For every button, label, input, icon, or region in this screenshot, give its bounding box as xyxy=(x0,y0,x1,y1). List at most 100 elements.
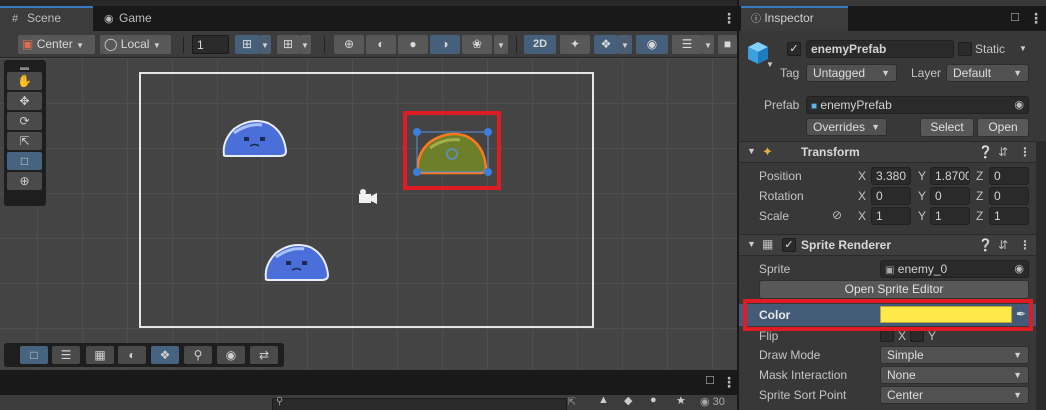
shading-shaded-icon[interactable]: ● xyxy=(398,35,428,54)
tag-icon[interactable]: ◆ xyxy=(624,394,632,407)
object-name-input[interactable]: enemyPrefab xyxy=(806,40,954,58)
sprite-renderer-enabled-checkbox[interactable]: ✓ xyxy=(782,238,796,252)
pivot-rotation-dropdown[interactable]: ◯ Local ▼ xyxy=(100,35,171,54)
draw-mode-dropdown[interactable]: Simple ▼ xyxy=(880,346,1029,364)
sprite-renderer-title: Sprite Renderer xyxy=(801,238,892,252)
pivot-mode-dropdown[interactable]: ▣ Center ▼ xyxy=(18,35,95,54)
grid-snap-icon[interactable]: ⊞ xyxy=(235,35,259,54)
transform-tool-icon[interactable]: ⊕ xyxy=(7,172,42,190)
rect-overlay-icon[interactable]: □ xyxy=(20,346,48,364)
hand-tool-icon[interactable]: ✋ xyxy=(7,72,42,90)
inspector-menu-icon[interactable]: ⋮ xyxy=(1029,10,1043,27)
shading-icon[interactable]: ◐ xyxy=(118,346,146,364)
lock-icon[interactable]: ☐ xyxy=(1010,11,1020,24)
static-dropdown-icon[interactable]: ▼ xyxy=(1019,44,1027,53)
search-input[interactable]: ⚲ ⇱ xyxy=(272,396,576,410)
static-checkbox[interactable] xyxy=(958,42,972,56)
scene-visibility-icon[interactable]: ◉ xyxy=(636,35,668,54)
active-checkbox[interactable]: ✓ xyxy=(787,42,801,56)
shading-shaded-wire-icon[interactable]: ◐ xyxy=(366,35,396,54)
shading-unlit-icon[interactable]: ◑ xyxy=(430,35,460,54)
chevron-down-icon: ▼ xyxy=(1013,370,1022,380)
object-picker-icon[interactable]: ◉ xyxy=(1014,261,1024,277)
object-picker-icon[interactable]: ◉ xyxy=(1014,97,1024,113)
increment-snap-dropdown[interactable]: ▼ xyxy=(299,35,311,54)
position-x-input[interactable]: 3.380 xyxy=(871,167,911,185)
search-icon[interactable]: ⚲ xyxy=(184,346,212,364)
camera-icon[interactable]: ■ xyxy=(718,35,737,54)
effects-dropdown[interactable]: ▼ xyxy=(618,35,632,54)
star-icon[interactable]: ★ xyxy=(676,394,686,407)
transform-header[interactable]: ▼ ✦ Transform ❔ ⇵ ⋮ xyxy=(739,141,1046,163)
chevron-down-icon: ▼ xyxy=(76,41,84,50)
move-tool-icon[interactable]: ✥ xyxy=(7,92,42,110)
tab-inspector[interactable]: ⓘ Inspector xyxy=(741,6,848,31)
increment-snap-icon[interactable]: ⊞ xyxy=(277,35,299,54)
component-menu-icon[interactable]: ⋮ xyxy=(1019,145,1031,159)
info-icon[interactable]: ● xyxy=(650,394,657,406)
scale-z-input[interactable]: 1 xyxy=(989,207,1029,225)
rotation-y-input[interactable]: 0 xyxy=(930,187,970,205)
open-button[interactable]: Open xyxy=(977,118,1029,137)
bottom-panel-header: ☐ ⋮ xyxy=(0,370,737,395)
rotation-x-input[interactable]: 0 xyxy=(871,187,911,205)
lighting-toggle-icon[interactable]: ✦ xyxy=(560,35,590,54)
scale-y-input[interactable]: 1 xyxy=(930,207,970,225)
layers-dropdown[interactable]: ▼ xyxy=(702,35,714,54)
mode-2d-toggle[interactable]: 2D xyxy=(524,35,556,54)
tag-label: Tag xyxy=(780,66,800,80)
sprite-sort-point-dropdown[interactable]: Center ▼ xyxy=(880,386,1029,404)
enemy-slime-sprite[interactable] xyxy=(220,117,290,159)
layer-dropdown[interactable]: Default ▼ xyxy=(946,64,1029,82)
expand-icon[interactable]: ⇱ xyxy=(568,397,576,408)
prefab-field[interactable]: ■ enemyPrefab ◉ xyxy=(806,96,1029,114)
position-y-input[interactable]: 1.8700 xyxy=(930,167,970,185)
prefab-label: Prefab xyxy=(764,98,800,112)
debug-draw-icon[interactable]: ❀ xyxy=(462,35,492,54)
debug-draw-dropdown[interactable]: ▼ xyxy=(494,35,508,54)
inspector-scrollbar[interactable] xyxy=(1036,141,1046,410)
constrain-proportions-icon[interactable]: ⊘ xyxy=(832,208,842,222)
scale-x-input[interactable]: 1 xyxy=(871,207,911,225)
layers-overlay-icon[interactable]: ❖ xyxy=(151,346,179,364)
effects-icon[interactable]: ❖ xyxy=(594,35,618,54)
help-icon[interactable]: ❔ xyxy=(978,238,993,252)
shuffle-icon[interactable]: ⇄ xyxy=(250,346,278,364)
visibility-overlay-icon[interactable]: ◉ xyxy=(217,346,245,364)
rect-tool-icon[interactable]: □ xyxy=(7,152,42,170)
panel-menu-icon[interactable]: ⋮ xyxy=(722,374,736,391)
static-label: Static xyxy=(975,42,1006,56)
chevron-down-icon[interactable]: ▼ xyxy=(766,60,774,69)
axis-z-label: Z xyxy=(976,189,984,203)
preset-icon[interactable]: ⇵ xyxy=(998,238,1008,252)
component-menu-icon[interactable]: ⋮ xyxy=(1019,238,1031,252)
tab-scene[interactable]: # Scene xyxy=(0,6,93,31)
sliders-icon[interactable]: ☰ xyxy=(52,346,80,364)
drag-handle-icon[interactable]: ▬ xyxy=(7,62,42,72)
rotate-tool-icon[interactable]: ⟳ xyxy=(7,112,42,130)
grid-toggle-icon[interactable]: ▦ xyxy=(86,346,114,364)
help-icon[interactable]: ❔ xyxy=(978,145,993,159)
open-sprite-editor-button[interactable]: Open Sprite Editor xyxy=(759,280,1029,299)
scene-menu-icon[interactable]: ⋮ xyxy=(722,10,736,27)
layers-icon[interactable]: ☰ xyxy=(672,35,702,54)
camera-gizmo-icon[interactable] xyxy=(356,188,380,208)
enemy-slime-sprite[interactable] xyxy=(262,241,332,283)
preset-icon[interactable]: ⇵ xyxy=(998,145,1008,159)
scene-viewport[interactable]: ▬ ✋ ✥ ⟳ ⇱ □ ⊕ □ ☰ ▦ ◐ ❖ ⚲ ◉ ⇄ xyxy=(0,58,737,370)
position-z-input[interactable]: 0 xyxy=(989,167,1029,185)
filter-icon[interactable]: ▲ xyxy=(598,394,609,406)
select-button[interactable]: Select xyxy=(920,118,974,137)
sprite-field[interactable]: ▣ enemy_0 ◉ xyxy=(880,260,1029,278)
grid-snap-dropdown[interactable]: ▼ xyxy=(259,35,271,54)
overrides-dropdown[interactable]: Overrides ▼ xyxy=(806,118,887,136)
mask-interaction-dropdown[interactable]: None ▼ xyxy=(880,366,1029,384)
tag-dropdown[interactable]: Untagged ▼ xyxy=(806,64,897,82)
sprite-renderer-header[interactable]: ▼ ▦ ✓ Sprite Renderer ❔ ⇵ ⋮ xyxy=(739,234,1046,256)
lock-icon[interactable]: ☐ xyxy=(705,374,715,387)
scale-tool-icon[interactable]: ⇱ xyxy=(7,132,42,150)
rotation-z-input[interactable]: 0 xyxy=(989,187,1029,205)
tab-game[interactable]: ◉ Game xyxy=(92,6,172,31)
grid-snap-input[interactable]: 1 xyxy=(192,35,229,54)
shading-wireframe-icon[interactable]: ⊕ xyxy=(334,35,364,54)
